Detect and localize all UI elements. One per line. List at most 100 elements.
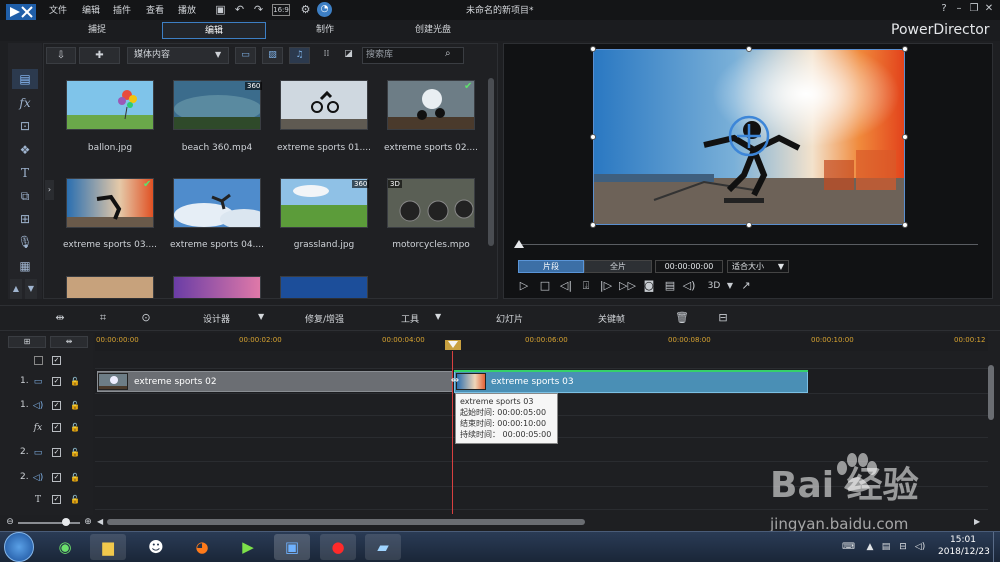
pip-objects-icon[interactable]: ⊡ (12, 116, 38, 136)
show-desktop-button[interactable] (993, 532, 1000, 562)
all-tracks-checkbox[interactable] (34, 356, 43, 365)
taskbar-firefox-icon[interactable]: ◕ (184, 534, 220, 560)
lock-icon[interactable]: 🔓 (70, 448, 80, 457)
minimize-icon[interactable]: – (952, 2, 966, 16)
scroll-right-icon[interactable]: ▶ (974, 517, 980, 526)
clip-mode-button[interactable]: 片段 (518, 260, 584, 273)
help-icon[interactable]: ? (937, 2, 951, 16)
menu-file[interactable]: 文件 (49, 3, 67, 16)
scroll-left-icon[interactable]: ◀ (97, 517, 103, 526)
chevron-down-icon[interactable]: ▼ (258, 312, 264, 321)
lock-icon[interactable]: 🔓 (70, 401, 80, 410)
volume-icon[interactable]: ◁) (681, 279, 697, 293)
track-enable-checkbox[interactable]: ✓ (52, 401, 61, 410)
more-options-icon[interactable]: ⊟ (715, 310, 731, 326)
fast-forward-icon[interactable]: ▷▷ (619, 279, 636, 293)
voice-over-mic-icon[interactable]: 🎙 (12, 232, 38, 252)
redo-icon[interactable]: ↷ (251, 2, 266, 17)
movie-mode-button[interactable]: 全片 (584, 260, 652, 273)
taskbar-recorder-icon[interactable]: ● (320, 534, 356, 560)
resize-handle[interactable] (746, 222, 752, 228)
play-icon[interactable]: ▷ (516, 279, 532, 293)
crop-icon[interactable]: ⌗ (95, 310, 111, 326)
slideshow-button[interactable]: 幻灯片 (496, 312, 523, 325)
zoom-out-icon[interactable]: ⊖ (5, 517, 15, 527)
lock-icon[interactable]: 🔓 (70, 495, 80, 504)
filter-video-icon[interactable]: ▭ (235, 47, 256, 64)
filter-audio-icon[interactable]: ♫ (289, 47, 310, 64)
chevron-down-icon[interactable]: ▼ (722, 279, 738, 293)
restore-icon[interactable]: ❐ (967, 2, 981, 16)
track-enable-checkbox[interactable]: ✓ (52, 448, 61, 457)
filter-image-icon[interactable]: ▨ (262, 47, 283, 64)
media-room-icon[interactable]: ▤ (12, 69, 38, 89)
timecode-display[interactable]: 00:00:00:00 (655, 260, 723, 273)
tray-keyboard-icon[interactable]: ⌨ (842, 541, 855, 553)
taskbar-window-icon[interactable]: ▰ (365, 534, 401, 560)
media-content-dropdown[interactable]: 媒体内容 (127, 47, 229, 64)
tray-network-icon[interactable]: ⊟ (897, 541, 909, 553)
undock-preview-icon[interactable]: ↗ (738, 279, 754, 293)
taskbar-clock-time[interactable]: 15:01 (950, 535, 976, 545)
track-enable-checkbox[interactable]: ✓ (52, 495, 61, 504)
taskbar-qq-icon[interactable]: ☻ (138, 534, 174, 560)
chapter-room-icon[interactable]: ▦ (12, 256, 38, 276)
scrub-knob[interactable] (514, 240, 524, 248)
snapshot-camera-icon[interactable]: ◙ (641, 279, 657, 293)
save-icon[interactable]: ▣ (213, 2, 228, 17)
effects-room-icon[interactable]: fx (12, 93, 38, 113)
library-item-extreme-sports-02[interactable] (387, 80, 475, 130)
lock-icon[interactable]: 🔓 (70, 377, 80, 386)
tab-produce[interactable]: 制作 (290, 22, 360, 39)
taskbar-powerdirector-icon[interactable]: ▣ (274, 534, 310, 560)
previous-frame-icon[interactable]: ◁| (558, 279, 574, 293)
split-icon[interactable]: ⍗ (578, 279, 594, 293)
resize-handle[interactable] (746, 46, 752, 52)
playhead-marker-icon[interactable] (448, 341, 458, 348)
import-media-button[interactable]: ⇩ (46, 47, 76, 64)
library-scrollbar[interactable] (488, 78, 494, 246)
taskbar-app-icon[interactable]: ▶ (230, 534, 266, 560)
tools-menu[interactable]: 工具 (401, 312, 419, 325)
trash-icon[interactable]: 🗑 (674, 310, 690, 326)
library-item-partial[interactable] (173, 276, 261, 298)
audio-mixing-icon[interactable]: ⊞ (12, 209, 38, 229)
zoom-slider-knob[interactable] (62, 518, 70, 526)
account-icon[interactable]: ◔ (317, 2, 332, 17)
close-icon[interactable]: ✕ (982, 2, 996, 16)
lock-icon[interactable]: 🔓 (70, 423, 80, 432)
resize-handle[interactable] (902, 134, 908, 140)
zoom-in-icon[interactable]: ⊕ (83, 517, 93, 527)
menu-play[interactable]: 播放 (178, 3, 196, 16)
track-enable-checkbox[interactable]: ✓ (52, 473, 61, 482)
tab-edit[interactable]: 编辑 (162, 22, 266, 39)
track-enable-checkbox[interactable]: ✓ (52, 423, 61, 432)
split-clip-icon[interactable]: ⇹ (52, 310, 68, 326)
expand-panel-icon[interactable]: › (45, 180, 54, 200)
timeline-zoom-slider[interactable] (18, 522, 80, 524)
subtitle-icon[interactable]: ▤ (662, 279, 678, 293)
thumbnail-size-icon[interactable]: ◪ (338, 47, 359, 64)
stop-icon[interactable]: □ (537, 279, 553, 293)
chevron-down-icon[interactable]: ▼ (435, 312, 441, 321)
add-to-timeline-icon[interactable] (727, 114, 771, 158)
start-button-icon[interactable] (4, 532, 34, 562)
preview-scrub-bar[interactable] (518, 244, 978, 245)
all-tracks-enable-checkbox[interactable]: ✓ (52, 356, 61, 365)
resize-handle[interactable] (590, 134, 596, 140)
keyframe-button[interactable]: 关键帧 (598, 312, 625, 325)
menu-edit[interactable]: 编辑 (82, 3, 100, 16)
lock-icon[interactable]: 🔓 (70, 473, 80, 482)
transition-room-icon[interactable]: ⧉ (12, 186, 38, 206)
timeline-horizontal-scrollbar[interactable] (107, 519, 585, 525)
plugins-button[interactable]: ✚ (79, 47, 120, 64)
taskbar-app-360-icon[interactable]: ◉ (47, 534, 83, 560)
next-frame-icon[interactable]: |▷ (598, 279, 614, 293)
track-enable-checkbox[interactable]: ✓ (52, 377, 61, 386)
tray-chevron-icon[interactable]: ▲ (864, 541, 876, 553)
library-item-extreme-sports-01[interactable] (280, 80, 368, 130)
timeline-vertical-scrollbar[interactable] (988, 365, 994, 420)
library-item-partial[interactable] (66, 276, 154, 298)
taskbar-explorer-icon[interactable]: ▆ (90, 534, 126, 560)
scroll-down-icon[interactable]: ▼ (25, 279, 37, 299)
